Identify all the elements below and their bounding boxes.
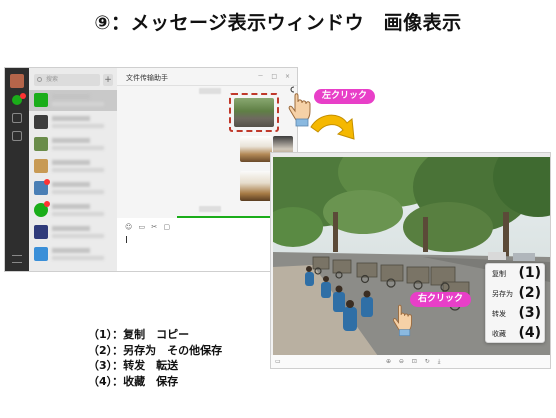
contact-avatar <box>34 247 48 261</box>
timestamp <box>199 206 221 212</box>
conversation-item[interactable] <box>29 90 117 111</box>
legend-item-save-as: （2）：另存为 その他保存 <box>88 343 223 357</box>
conversation-item[interactable] <box>29 222 117 243</box>
legend: （1）：复制 コピー （2）：另存为 その他保存 （3）：转发 転送 （4）：收… <box>88 327 222 389</box>
add-button[interactable]: + <box>103 74 113 86</box>
conversation-item[interactable] <box>29 244 117 265</box>
search-placeholder: 搜索 <box>46 76 59 83</box>
menu-item-number: (4) <box>518 325 541 341</box>
menu-item-label: 转发 <box>492 310 506 318</box>
menu-item-label: 另存为 <box>492 290 513 298</box>
contact-avatar <box>34 115 48 129</box>
image-message[interactable] <box>240 136 272 162</box>
conversation-item[interactable] <box>29 156 117 177</box>
viewer-toolbar: ▭ ⊕ ⊖ ⊡ ↻ ⤓ <box>271 355 550 368</box>
contact-avatar <box>34 137 48 151</box>
legend-item-favorite: （4）：收藏 保存 <box>88 374 179 388</box>
right-click-label: 右クリック <box>410 292 472 307</box>
conversation-item[interactable] <box>29 178 117 199</box>
conversation-list: 搜索 + <box>29 68 117 271</box>
viewer-toolbar-icons[interactable]: ⊕ ⊖ ⊡ ↻ ⤓ <box>386 358 443 366</box>
timestamp <box>199 88 221 94</box>
hand-pointer-icon <box>393 304 412 337</box>
image-message[interactable] <box>240 171 274 201</box>
search-icon <box>37 77 42 82</box>
contact-avatar <box>34 159 48 173</box>
contacts-icon[interactable] <box>12 113 22 123</box>
viewer-left-icon[interactable]: ▭ <box>275 358 281 365</box>
legend-item-forward: （3）：转发 転送 <box>88 359 179 372</box>
menu-item-favorite[interactable]: 收藏 (4) <box>486 324 544 344</box>
menu-item-save-as[interactable]: 另存为 (2) <box>486 284 544 304</box>
text-caret <box>126 236 127 243</box>
conversation-item[interactable] <box>29 112 117 133</box>
input-toolbar[interactable]: ☺ ▭ ✂ ▢ <box>125 223 172 231</box>
legend-item-copy: （1）：复制 コピー <box>88 328 190 341</box>
unread-dot <box>20 93 26 99</box>
chat-title: 文件传输助手 <box>126 74 168 82</box>
left-click-label: 左クリック <box>314 89 376 104</box>
menu-icon[interactable] <box>12 255 22 263</box>
favorites-icon[interactable] <box>12 131 22 141</box>
slide-title: ⑨：メッセージ表示ウィンドウ 画像表示 <box>94 12 462 34</box>
menu-item-copy[interactable]: 复制 (1) <box>486 264 544 284</box>
selected-image-highlight[interactable] <box>229 93 279 132</box>
menu-item-number: (1) <box>518 265 541 281</box>
selected-image-thumbnail[interactable] <box>234 98 274 127</box>
menu-item-forward[interactable]: 转发 (3) <box>486 304 544 324</box>
file-transfer-avatar <box>34 93 48 107</box>
context-menu: 复制 (1) 另存为 (2) 转发 (3) 收藏 (4) <box>485 263 545 343</box>
contact-avatar <box>34 225 48 239</box>
curved-arrow-icon <box>310 114 355 140</box>
window-controls[interactable]: － □ × <box>257 71 293 80</box>
search-input[interactable]: 搜索 <box>34 74 100 86</box>
menu-item-number: (3) <box>518 305 541 321</box>
menu-item-label: 收藏 <box>492 330 506 338</box>
nav-rail <box>5 68 29 271</box>
menu-item-label: 复制 <box>492 270 506 278</box>
conversation-item[interactable] <box>29 134 117 155</box>
conversation-item[interactable] <box>29 200 117 221</box>
user-avatar[interactable] <box>10 74 24 88</box>
menu-item-number: (2) <box>518 285 541 301</box>
